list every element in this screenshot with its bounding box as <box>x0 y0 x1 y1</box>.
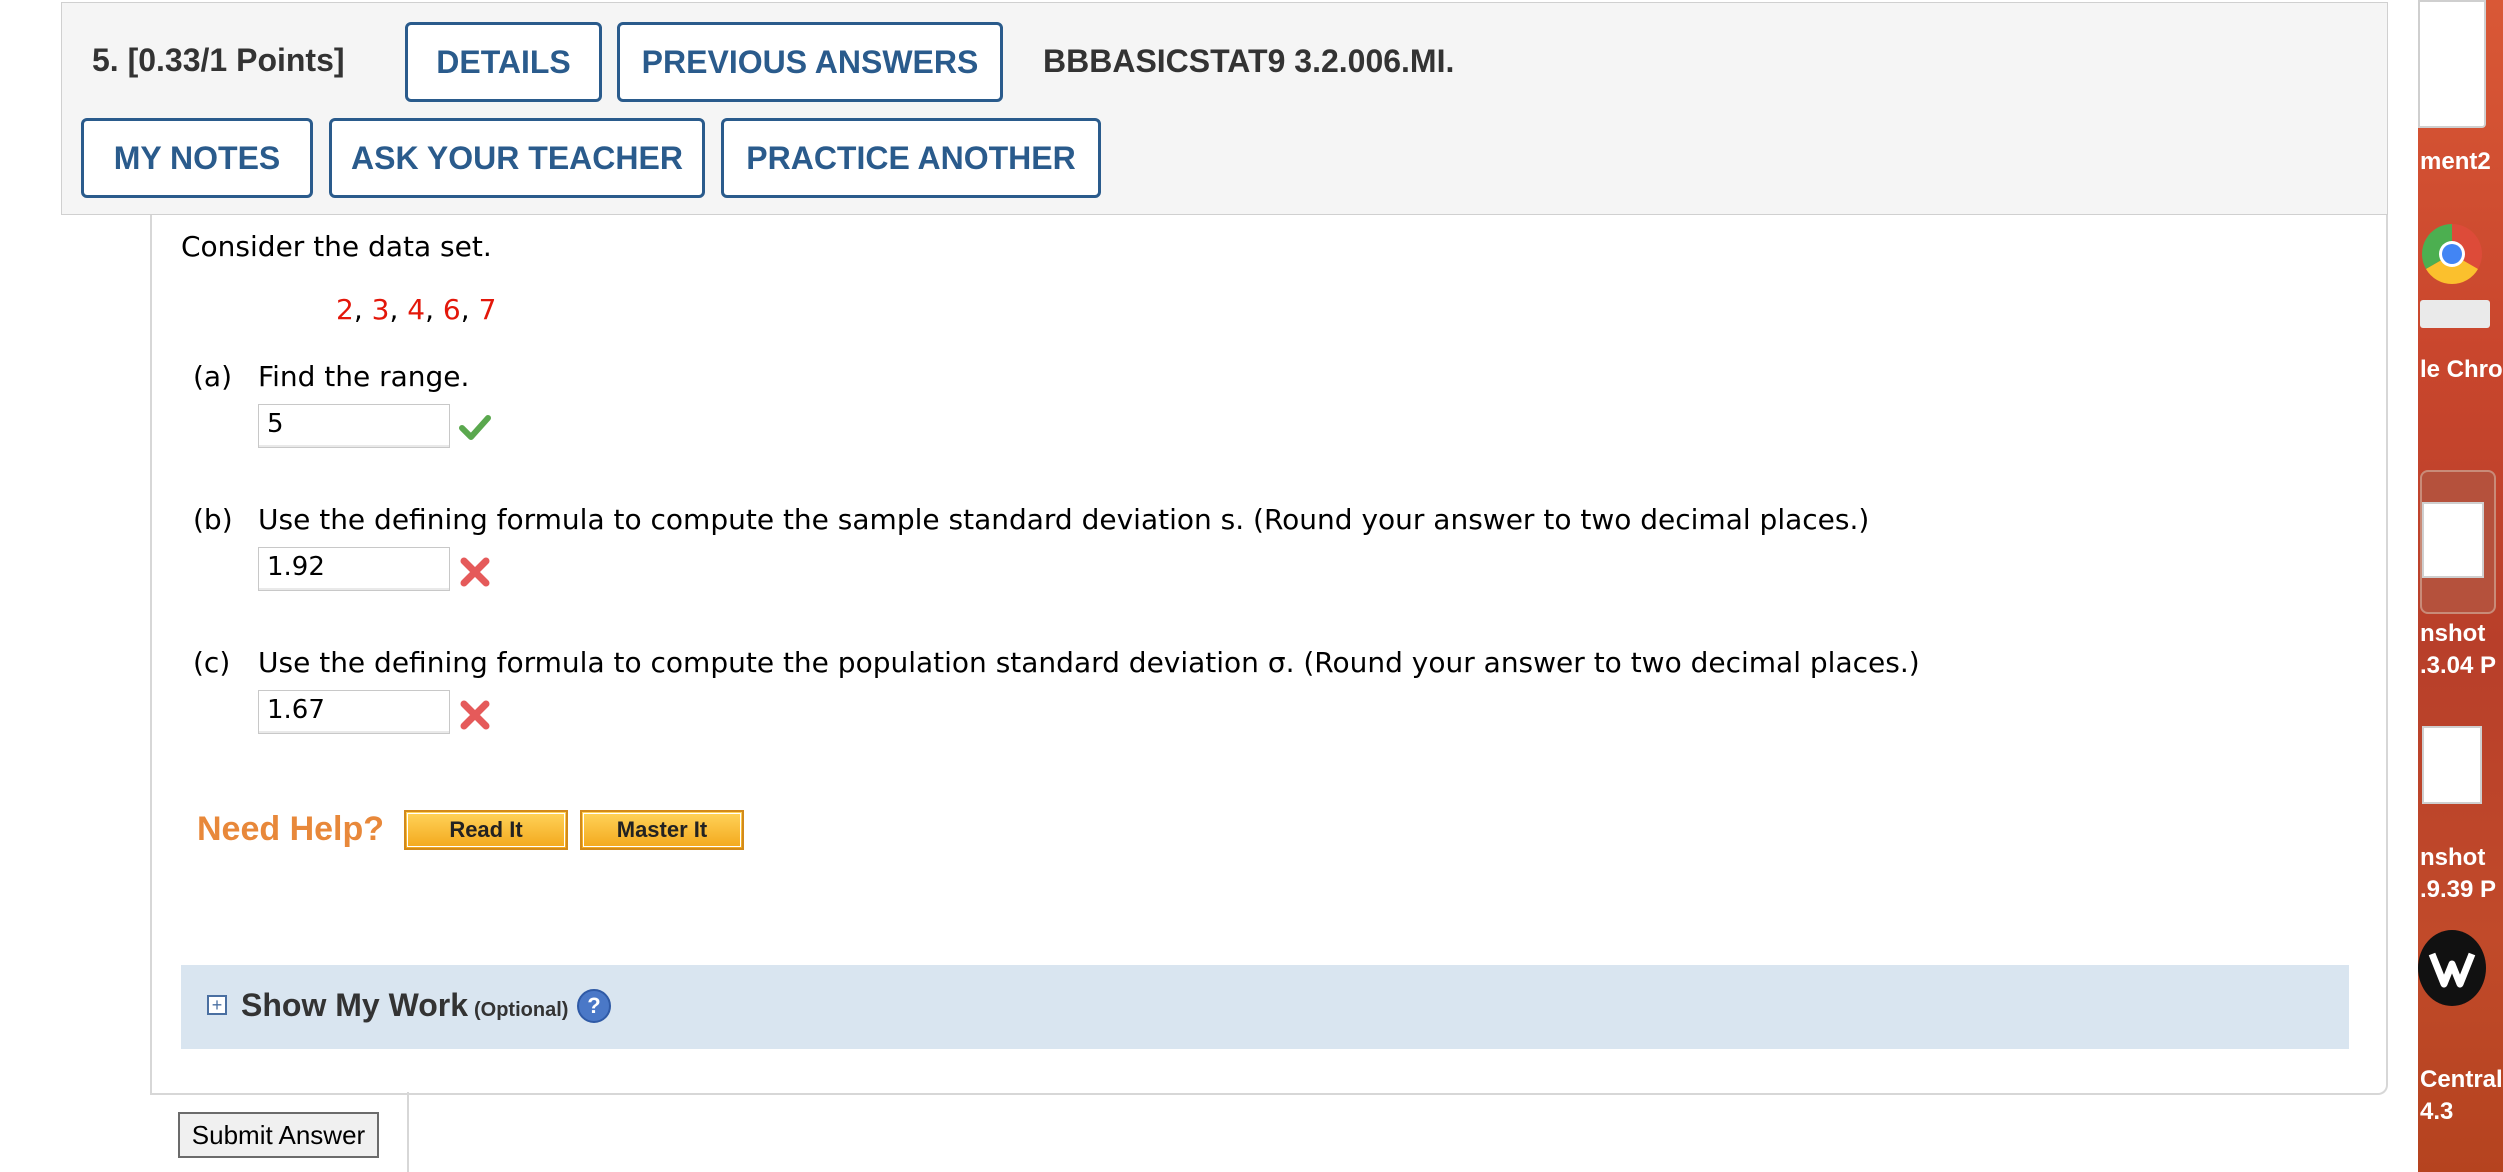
part-a-text: Find the range. <box>258 360 470 393</box>
correct-check-icon <box>459 415 491 440</box>
read-it-button[interactable]: Read It <box>404 810 568 850</box>
part-c-label: (c) <box>193 646 231 679</box>
question-code: BBBASICSTAT9 3.2.006.MI. <box>1043 43 1455 79</box>
desktop-item-label: 4.3 <box>2420 1098 2454 1125</box>
show-my-work-panel[interactable]: + Show My Work (Optional) ? <box>181 965 2349 1049</box>
master-it-button[interactable]: Master It <box>580 810 744 850</box>
app-logo-icon[interactable] <box>2418 930 2486 1006</box>
dataset-value: 4 <box>407 293 426 326</box>
screenshot-thumbnail[interactable] <box>2422 726 2482 804</box>
desktop-item-label: nshot <box>2420 620 2486 647</box>
dataset-value: 7 <box>478 293 497 326</box>
show-my-work-title[interactable]: Show My Work (Optional) <box>241 987 568 1024</box>
ask-your-teacher-button[interactable]: ASK YOUR TEACHER <box>329 118 705 198</box>
problem-intro: Consider the data set. <box>181 230 492 263</box>
part-b-label: (b) <box>193 503 233 536</box>
previous-answers-button[interactable]: PREVIOUS ANSWERS <box>617 22 1003 102</box>
details-button[interactable]: DETAILS <box>405 22 602 102</box>
part-a-label: (a) <box>193 360 233 393</box>
desktop-item-label: Central <box>2420 1066 2503 1093</box>
screenshot-thumbnail[interactable] <box>2422 502 2484 578</box>
drive-icon[interactable] <box>2420 300 2490 328</box>
dataset-value: 3 <box>371 293 390 326</box>
part-c-answer-input[interactable]: 1.67 <box>258 690 450 734</box>
need-help-label: Need Help? <box>197 810 385 848</box>
expand-icon[interactable]: + <box>207 995 227 1015</box>
part-a-answer-input[interactable]: 5 <box>258 404 450 448</box>
question-title: 5. [0.33/1 Points] <box>92 42 345 78</box>
submit-answer-button[interactable]: Submit Answer <box>178 1112 379 1158</box>
optional-label: (Optional) <box>473 999 569 1021</box>
desktop-item-label: ment2 <box>2420 148 2491 175</box>
dataset: 2, 3, 4, 6, 7 <box>336 293 497 326</box>
practice-another-button[interactable]: PRACTICE ANOTHER <box>721 118 1101 198</box>
desktop-item-label: le Chro <box>2420 356 2503 383</box>
desktop-item-label: .3.04 P <box>2420 652 2497 679</box>
incorrect-x-icon <box>460 700 490 730</box>
incorrect-x-icon <box>460 557 490 587</box>
chrome-icon[interactable] <box>2420 222 2484 286</box>
my-notes-button[interactable]: MY NOTES <box>81 118 313 198</box>
desktop-item-label: .9.39 P <box>2420 876 2497 903</box>
dataset-value: 6 <box>442 293 461 326</box>
help-icon[interactable]: ? <box>577 989 611 1023</box>
divider <box>407 1092 409 1172</box>
part-c-text: Use the defining formula to compute the … <box>258 646 1920 679</box>
desktop-item-label: nshot <box>2420 844 2486 871</box>
dataset-value: 2 <box>336 293 354 326</box>
part-b-answer-input[interactable]: 1.92 <box>258 547 450 591</box>
window-thumbnail[interactable] <box>2418 0 2486 128</box>
part-b-text: Use the defining formula to compute the … <box>258 503 1870 536</box>
